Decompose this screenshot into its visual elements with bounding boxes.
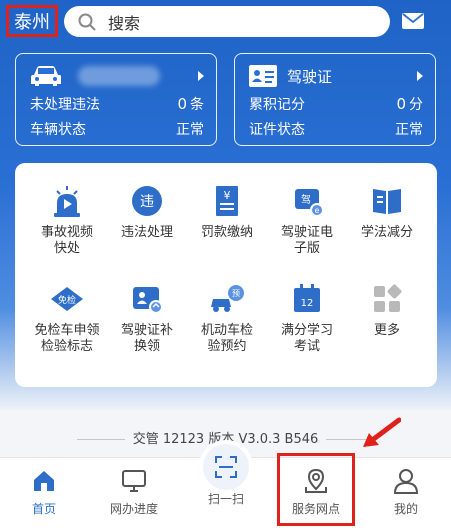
license-icon bbox=[249, 65, 277, 87]
study-book-icon bbox=[373, 189, 401, 214]
svg-text:违: 违 bbox=[140, 194, 154, 210]
monitor-icon bbox=[122, 470, 146, 492]
service-label: 机动车检 验预约 bbox=[200, 323, 253, 354]
tab-label: 网办进度 bbox=[109, 502, 158, 516]
vehicle-inspection-icon: 预 bbox=[211, 285, 244, 312]
svg-text:驾: 驾 bbox=[301, 194, 311, 206]
inspection-exempt-icon: 免检 bbox=[51, 287, 83, 311]
license-title: 驾驶证 bbox=[287, 67, 333, 86]
tab-progress[interactable]: 网办进度 bbox=[94, 468, 174, 517]
svg-text:¥: ¥ bbox=[224, 189, 231, 202]
service-label: 驾驶证补 换领 bbox=[120, 323, 173, 354]
scan-icon bbox=[215, 456, 237, 478]
service-inspection-exempt[interactable]: 免检 免检车申领 检验标志 bbox=[25, 281, 109, 355]
vehicle-status-label: 车辆状态 bbox=[30, 122, 86, 138]
svg-text:预: 预 bbox=[232, 288, 240, 298]
vehicle-card[interactable]: 未处理违法 0条 车辆状态 正常 bbox=[15, 53, 217, 146]
city-selector[interactable]: 泰州 bbox=[6, 5, 58, 37]
tab-label: 扫一扫 bbox=[207, 492, 244, 506]
more-grid-icon bbox=[374, 284, 402, 312]
violation-count: 0条 bbox=[177, 95, 204, 113]
service-label: 更多 bbox=[373, 323, 400, 338]
tab-home[interactable]: 首页 bbox=[4, 468, 84, 517]
tab-mine[interactable]: 我的 bbox=[366, 468, 446, 517]
chevron-right-icon bbox=[198, 71, 204, 81]
service-more[interactable]: 更多 bbox=[345, 281, 429, 339]
license-replace-icon bbox=[133, 287, 163, 314]
license-status-value: 正常 bbox=[395, 122, 423, 138]
service-study-deduct[interactable]: 学法减分 bbox=[345, 183, 429, 241]
points-label: 累积记分 bbox=[249, 97, 305, 113]
home-icon bbox=[34, 471, 54, 491]
service-label: 违法处理 bbox=[120, 225, 173, 240]
plate-number-blurred bbox=[78, 66, 160, 86]
violation-icon: 违 bbox=[132, 186, 162, 216]
highlight-box bbox=[277, 453, 355, 526]
service-e-license[interactable]: 驾 e 驾驶证电 子版 bbox=[265, 183, 349, 257]
e-license-icon: 驾 e bbox=[295, 189, 324, 217]
service-label: 驾驶证电 子版 bbox=[280, 225, 333, 256]
fine-payment-icon: ¥ bbox=[216, 186, 238, 216]
svg-text:12: 12 bbox=[301, 298, 314, 309]
svg-text:免检: 免检 bbox=[58, 294, 76, 306]
user-icon bbox=[393, 469, 419, 494]
points-value: 0分 bbox=[396, 95, 423, 113]
tab-label: 我的 bbox=[393, 502, 418, 516]
scan-button[interactable] bbox=[203, 444, 249, 490]
tab-label: 首页 bbox=[31, 502, 56, 516]
service-license-replace[interactable]: 驾驶证补 换领 bbox=[105, 281, 189, 355]
car-icon bbox=[31, 66, 61, 86]
red-arrow-icon bbox=[363, 417, 401, 447]
violation-label: 未处理违法 bbox=[30, 97, 100, 113]
svg-text:e: e bbox=[315, 206, 320, 215]
divider bbox=[76, 439, 125, 440]
service-fine-payment[interactable]: ¥ 罚款缴纳 bbox=[185, 183, 269, 241]
services-panel: 事故视频 快处 违 违法处理 ¥ 罚款缴纳 驾 e 驾驶证电 子版 学法减分 免… bbox=[15, 163, 437, 387]
license-card[interactable]: 驾驶证 累积记分 0分 证件状态 正常 bbox=[234, 53, 436, 146]
service-full-score-study[interactable]: 12 满分学习 考试 bbox=[265, 281, 349, 355]
service-vehicle-inspection[interactable]: 预 机动车检 验预约 bbox=[185, 281, 269, 355]
service-label: 学法减分 bbox=[360, 225, 413, 240]
service-label: 免检车申领 检验标志 bbox=[34, 323, 100, 354]
vehicle-status-value: 正常 bbox=[176, 122, 204, 138]
service-label: 罚款缴纳 bbox=[200, 225, 253, 240]
license-status-label: 证件状态 bbox=[249, 122, 305, 138]
search-bar[interactable]: 搜索 bbox=[64, 6, 390, 37]
service-violation[interactable]: 违 违法处理 bbox=[105, 183, 189, 241]
service-accident-video[interactable]: 事故视频 快处 bbox=[25, 183, 109, 257]
service-label: 满分学习 考试 bbox=[280, 323, 333, 354]
mail-icon[interactable] bbox=[402, 13, 424, 29]
search-placeholder: 搜索 bbox=[108, 13, 141, 33]
chevron-right-icon bbox=[417, 71, 423, 81]
service-label: 事故视频 快处 bbox=[40, 225, 93, 256]
full-score-study-icon: 12 bbox=[294, 284, 320, 312]
accident-video-icon bbox=[54, 186, 80, 217]
search-icon bbox=[78, 13, 96, 30]
tab-scan[interactable]: 扫一扫 bbox=[186, 490, 266, 507]
